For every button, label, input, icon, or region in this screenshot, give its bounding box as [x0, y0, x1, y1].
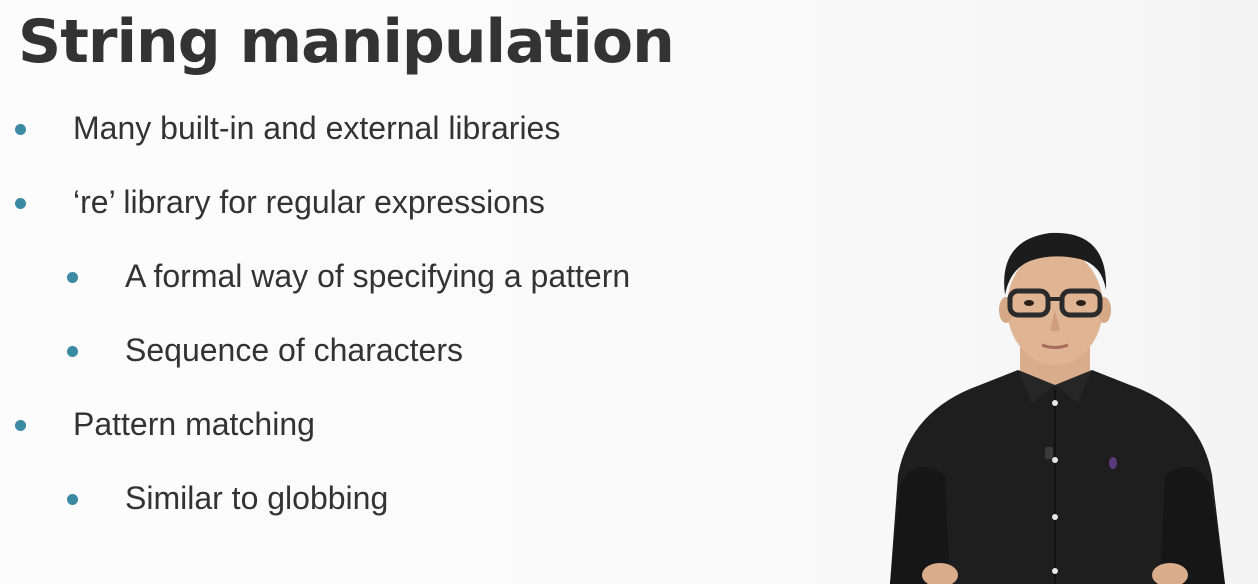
bullet-text: Pattern matching [73, 406, 315, 442]
slide: String manipulation Many built-in and ex… [0, 0, 1258, 584]
slide-title: String manipulation [18, 7, 675, 77]
bullet-text: Many built-in and external libraries [73, 110, 561, 146]
bullet-text: ‘re’ library for regular expressions [73, 184, 545, 220]
bullet-text: A formal way of specifying a pattern [125, 258, 631, 294]
bullet-dot-icon [15, 420, 26, 431]
bullet-text: Similar to globbing [125, 480, 389, 516]
presenter-photo [890, 232, 1225, 584]
bullet-text: Sequence of characters [125, 332, 463, 368]
bullet-dot-icon [15, 198, 26, 209]
bullet-dot-icon [15, 124, 26, 135]
bullet-dot-icon [67, 494, 78, 505]
bullet-dot-icon [67, 346, 78, 357]
bullet-dot-icon [67, 272, 78, 283]
